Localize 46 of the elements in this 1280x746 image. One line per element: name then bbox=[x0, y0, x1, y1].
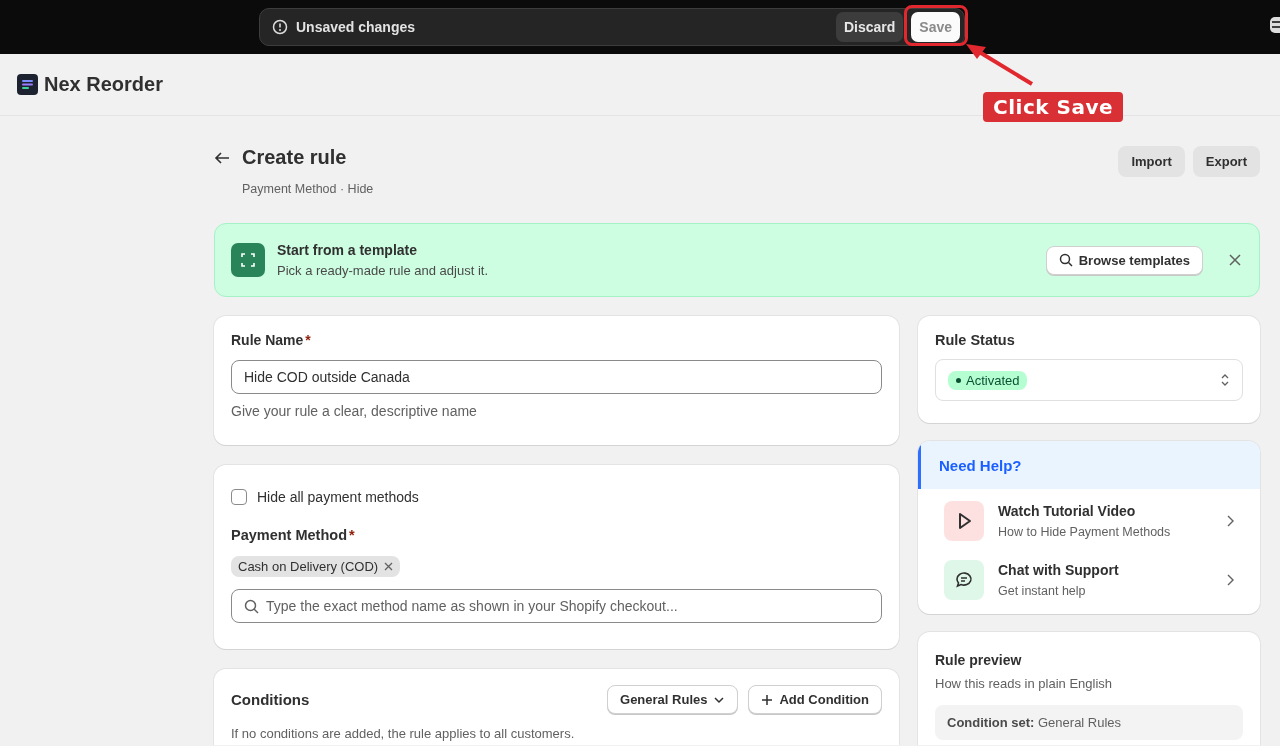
help-link[interactable]: Chat with Support Get instant help bbox=[944, 560, 1234, 600]
checkbox-label: Hide all payment methods bbox=[257, 489, 419, 505]
section-title: Conditions bbox=[231, 691, 310, 708]
close-icon[interactable] bbox=[1229, 254, 1241, 266]
plus-icon bbox=[761, 693, 774, 706]
discard-button[interactable]: Discard bbox=[835, 12, 904, 42]
back-arrow-icon[interactable] bbox=[214, 150, 230, 166]
banner-title: Start from a template bbox=[277, 242, 419, 258]
search-field[interactable]: Type the exact method name as shown in your Shopify checkout... bbox=[231, 589, 882, 623]
remove-icon[interactable] bbox=[384, 562, 394, 571]
rule-name-field[interactable]: Hide COD outside Canada bbox=[231, 360, 882, 394]
help-title: Need Help? bbox=[939, 457, 1022, 474]
page-subtitle: Payment Method · Hide bbox=[242, 182, 374, 196]
chat-icon bbox=[944, 560, 984, 600]
highlight-ring bbox=[904, 5, 968, 46]
section-title: Rule preview bbox=[935, 652, 1023, 668]
chevron-right-icon bbox=[1226, 574, 1234, 586]
up-down-chevron-icon bbox=[1220, 372, 1230, 388]
conditions-note: If no conditions are added, the rule applies to all customers. bbox=[231, 726, 576, 741]
page-title: Create rule bbox=[242, 146, 348, 169]
export-button[interactable]: Export bbox=[1192, 146, 1260, 177]
banner-description: Pick a ready-made rule and adjust it. bbox=[277, 263, 489, 278]
field-label: Payment Method* bbox=[231, 527, 356, 543]
import-button[interactable]: Import bbox=[1118, 146, 1185, 177]
payment-method-tag: Cash on Delivery (COD) bbox=[231, 556, 401, 577]
add-condition-button[interactable]: Add Condition bbox=[748, 685, 882, 714]
help-text: Give your rule a clear, descriptive name bbox=[231, 403, 478, 419]
search-icon bbox=[1058, 253, 1073, 267]
browse-templates-button[interactable]: Browse templates bbox=[1045, 245, 1203, 275]
annotation-label: Click Save bbox=[983, 92, 1123, 122]
annotation-arrow bbox=[966, 44, 1034, 86]
status-select[interactable]: Activated bbox=[935, 359, 1243, 401]
field-label: Rule Name* bbox=[231, 332, 312, 348]
template-icon bbox=[231, 243, 265, 277]
checkbox[interactable] bbox=[231, 489, 247, 505]
play-icon bbox=[944, 501, 984, 541]
rule-set-dropdown[interactable]: General Rules bbox=[607, 685, 739, 714]
alert-icon bbox=[272, 19, 288, 35]
chevron-right-icon bbox=[1226, 515, 1234, 527]
preview-subtitle: How this reads in plain English bbox=[935, 676, 1114, 691]
help-link[interactable]: Watch Tutorial Video How to Hide Payment Methods bbox=[944, 501, 1234, 541]
app-name: Nex Reorder bbox=[44, 73, 163, 96]
section-title: Rule Status bbox=[935, 332, 1016, 348]
app-logo-icon bbox=[17, 74, 38, 95]
search-icon bbox=[244, 599, 259, 614]
unsaved-changes-message: Unsaved changes bbox=[296, 19, 417, 35]
